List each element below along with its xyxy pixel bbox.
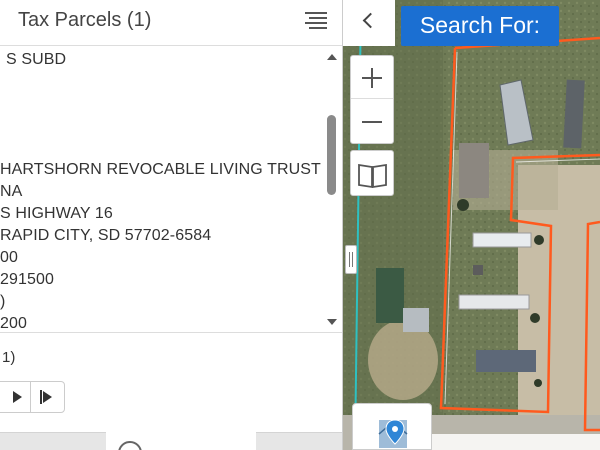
detail-value-1: 00 <box>0 249 18 266</box>
footer-button-left[interactable] <box>0 432 106 450</box>
scroll-thumb[interactable] <box>327 115 336 195</box>
details-scrollbar[interactable] <box>322 47 342 332</box>
detail-address: S HIGHWAY 16 <box>0 205 113 222</box>
zoom-controls <box>350 55 394 144</box>
scroll-up-arrow-icon[interactable] <box>327 54 337 60</box>
collapse-panel-button[interactable] <box>343 0 395 46</box>
zoom-out-button[interactable] <box>351 100 393 143</box>
detail-value-4: 200 <box>0 315 27 332</box>
parcel-details: S SUBD HARTSHORN REVOCABLE LIVING TRUST … <box>0 47 322 332</box>
map-view[interactable]: Search For: <box>343 0 600 450</box>
next-record-button[interactable] <box>31 382 65 412</box>
detail-value-2: 291500 <box>0 271 54 288</box>
play-icon <box>13 391 22 403</box>
detail-city: RAPID CITY, SD 57702-6584 <box>0 227 212 244</box>
map-pin-icon <box>378 419 408 448</box>
zoom-in-button[interactable] <box>351 56 393 99</box>
panel-resize-handle[interactable] <box>345 245 357 274</box>
open-book-icon <box>358 163 387 189</box>
skip-next-icon <box>43 391 52 403</box>
detail-owner: HARTSHORN REVOCABLE LIVING TRUST <box>0 161 321 178</box>
detail-subdivision: S SUBD <box>6 51 67 68</box>
bookmarks-button[interactable] <box>350 150 394 196</box>
detail-owner-2: NA <box>0 183 23 200</box>
footer-button-right[interactable] <box>256 432 342 450</box>
record-count: 1) <box>2 349 16 366</box>
map-footer <box>432 434 600 450</box>
detail-value-3: ) <box>0 293 6 310</box>
play-button[interactable] <box>0 382 31 412</box>
chevron-left-icon <box>362 12 379 29</box>
tax-parcels-panel: Tax Parcels (1) S SUBD HARTSHORN REVOCAB… <box>0 0 343 450</box>
search-for-label[interactable]: Search For: <box>401 6 559 46</box>
panel-header: Tax Parcels (1) <box>0 0 342 46</box>
record-pager <box>0 381 65 413</box>
locate-button[interactable] <box>352 403 432 450</box>
footer-circle-icon[interactable] <box>118 441 142 450</box>
divider <box>0 332 342 333</box>
panel-title: Tax Parcels (1) <box>18 9 152 31</box>
list-icon[interactable] <box>305 12 329 32</box>
scroll-down-arrow-icon[interactable] <box>327 319 337 325</box>
